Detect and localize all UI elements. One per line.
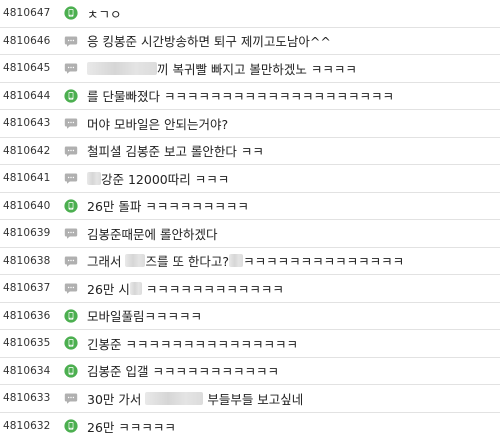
chat-row: 4810647 ㅊㄱㅇ [0,0,500,28]
message-text: 응 킹봉준 시간방송하면 퇴구 제끼고도남아^^ [87,31,331,50]
message-text-part: 26만 시 [87,281,130,297]
message-text: 30만 가서 부들부들 보고싶네 [87,389,303,408]
mobile-icon [64,364,78,378]
redacted-blur [129,281,142,295]
chat-row: 4810643 머야 모바일은 안되는거야? [0,110,500,138]
chat-row: 4810642 철피셜 김봉준 보고 롤안한다 ㅋㅋ [0,138,500,165]
chat-bubble-icon [64,228,78,239]
chat-row: 4810645 끼 복귀빨 빠지고 볼만하겠노 ㅋㅋㅋㅋ [0,55,500,83]
message-text: 모바일풀림ㅋㅋㅋㅋㅋ [87,306,202,325]
message-text: 긴봉준 ㅋㅋㅋㅋㅋㅋㅋㅋㅋㅋㅋㅋㅋㅋㅋ [87,334,298,353]
chat-row: 4810636 모바일풀림ㅋㅋㅋㅋㅋ [0,303,500,330]
chat-row: 4810640 26만 돌파 ㅋㅋㅋㅋㅋㅋㅋㅋㅋ [0,193,500,220]
message-text-part: 를 단물빠졌다 ㅋㅋㅋㅋㅋㅋㅋㅋㅋㅋㅋㅋㅋㅋㅋㅋㅋㅋㅋㅋ [87,89,394,105]
redacted-blur [125,254,146,268]
chat-row: 4810634 김봉준 입갤 ㅋㅋㅋㅋㅋㅋㅋㅋㅋㅋㅋ [0,358,500,385]
message-text: 김봉준 입갤 ㅋㅋㅋㅋㅋㅋㅋㅋㅋㅋㅋ [87,361,279,380]
message-text-part: 26만 ㅋㅋㅋㅋㅋ [87,419,176,435]
chat-bubble-icon [64,63,78,74]
message-text-part: 끼 복귀빨 빠지고 볼만하겠노 ㅋㅋㅋㅋ [157,61,357,77]
message-text-part: 머야 모바일은 안되는거야? [87,116,229,132]
message-text-part: 응 킹봉준 시간방송하면 퇴구 제끼고도남아^^ [87,34,331,50]
chat-row: 4810632 26만 ㅋㅋㅋㅋㅋ [0,413,500,441]
message-text-part: 김봉준때문에 롤안하겠다 [87,226,218,242]
message-text-part: 김봉준 입갤 ㅋㅋㅋㅋㅋㅋㅋㅋㅋㅋㅋ [87,364,279,380]
chat-row: 4810638 그래서 즈를 또 한다고? ㅋㅋㅋㅋㅋㅋㅋㅋㅋㅋㅋㅋㅋㅋ [0,248,500,275]
message-text-part: 부들부들 보고싶네 [203,391,304,407]
chat-row: 4810637 26만 시 ㅋㅋㅋㅋㅋㅋㅋㅋㅋㅋㅋㅋ [0,275,500,303]
mobile-icon [64,419,78,433]
chat-row: 4810641 강준 12000따리 ㅋㅋㅋ [0,165,500,193]
redacted-blur [229,254,244,268]
message-id: 4810645 [3,62,51,75]
message-id: 4810647 [3,7,51,20]
chat-bubble-icon [64,118,78,129]
message-id: 4810639 [3,227,51,240]
message-id: 4810646 [3,34,51,47]
message-id: 4810634 [3,364,51,377]
message-text: 26만 ㅋㅋㅋㅋㅋ [87,417,176,436]
message-id: 4810633 [3,392,51,405]
message-id: 4810640 [3,199,51,212]
message-text-part: ㅋㅋㅋㅋㅋㅋㅋㅋㅋㅋㅋㅋ [141,281,284,297]
redacted-blur [87,61,157,75]
message-text: 를 단물빠졌다 ㅋㅋㅋㅋㅋㅋㅋㅋㅋㅋㅋㅋㅋㅋㅋㅋㅋㅋㅋㅋ [87,86,394,105]
message-id: 4810637 [3,282,51,295]
message-id: 4810644 [3,89,51,102]
message-text-part: ㅋㅋㅋㅋㅋㅋㅋㅋㅋㅋㅋㅋㅋㅋ [243,254,405,270]
chat-bubble-icon [64,36,78,47]
message-text-part: 긴봉준 ㅋㅋㅋㅋㅋㅋㅋㅋㅋㅋㅋㅋㅋㅋㅋ [87,336,298,352]
chat-row: 4810639 김봉준때문에 롤안하겠다 [0,220,500,248]
message-text-part: 26만 돌파 ㅋㅋㅋㅋㅋㅋㅋㅋㅋ [87,199,249,215]
message-id: 4810635 [3,337,51,350]
message-text: 머야 모바일은 안되는거야? [87,114,228,133]
message-text: 강준 12000따리 ㅋㅋㅋ [87,169,229,188]
message-text-part: 철피셜 김봉준 보고 롤안한다 ㅋㅋ [87,144,264,160]
chat-row: 4810644 를 단물빠졌다 ㅋㅋㅋㅋㅋㅋㅋㅋㅋㅋㅋㅋㅋㅋㅋㅋㅋㅋㅋㅋ [0,83,500,110]
message-text-part: ㅊㄱㅇ [87,6,122,22]
redacted-blur [145,391,204,405]
message-text-part: 즈를 또 한다고? [145,254,230,270]
chat-bubble-icon [64,283,78,294]
message-text: 끼 복귀빨 빠지고 볼만하겠노 ㅋㅋㅋㅋ [87,59,357,78]
mobile-icon [64,89,78,103]
message-text: 26만 돌파 ㅋㅋㅋㅋㅋㅋㅋㅋㅋ [87,196,249,215]
message-text-part: 그래서 [87,254,126,270]
message-text-part: 모바일풀림ㅋㅋㅋㅋㅋ [87,309,203,325]
message-id: 4810641 [3,172,51,185]
chat-bubble-icon [64,256,78,267]
message-id: 4810643 [3,117,51,130]
message-text: 그래서 즈를 또 한다고? ㅋㅋㅋㅋㅋㅋㅋㅋㅋㅋㅋㅋㅋㅋ [87,251,404,270]
message-text-part: 강준 12000따리 ㅋㅋㅋ [101,171,230,187]
mobile-icon [64,309,78,323]
message-text: 철피셜 김봉준 보고 롤안한다 ㅋㅋ [87,141,264,160]
mobile-icon [64,6,78,20]
message-id: 4810638 [3,254,51,267]
message-text-part: 30만 가서 [87,391,146,407]
mobile-icon [64,336,78,350]
chat-row: 4810635 긴봉준 ㅋㅋㅋㅋㅋㅋㅋㅋㅋㅋㅋㅋㅋㅋㅋ [0,330,500,358]
chat-bubble-icon [64,146,78,157]
redacted-blur [87,171,101,185]
message-id: 4810632 [3,420,51,433]
message-text: ㅊㄱㅇ [87,4,122,23]
message-text: 26만 시 ㅋㅋㅋㅋㅋㅋㅋㅋㅋㅋㅋㅋ [87,279,284,298]
mobile-icon [64,199,78,213]
chat-row: 4810646 응 킹봉준 시간방송하면 퇴구 제끼고도남아^^ [0,28,500,55]
message-text: 김봉준때문에 롤안하겠다 [87,224,217,243]
chat-log: 4810647 ㅊㄱㅇ 4810646 응 킹봉준 시간방송하면 퇴구 제끼고도남아^… [0,0,500,448]
chat-bubble-icon [64,393,78,404]
message-id: 4810642 [3,144,51,157]
chat-bubble-icon [64,173,78,184]
message-id: 4810636 [3,309,51,322]
chat-row: 4810633 30만 가서 부들부들 보고싶네 [0,385,500,413]
